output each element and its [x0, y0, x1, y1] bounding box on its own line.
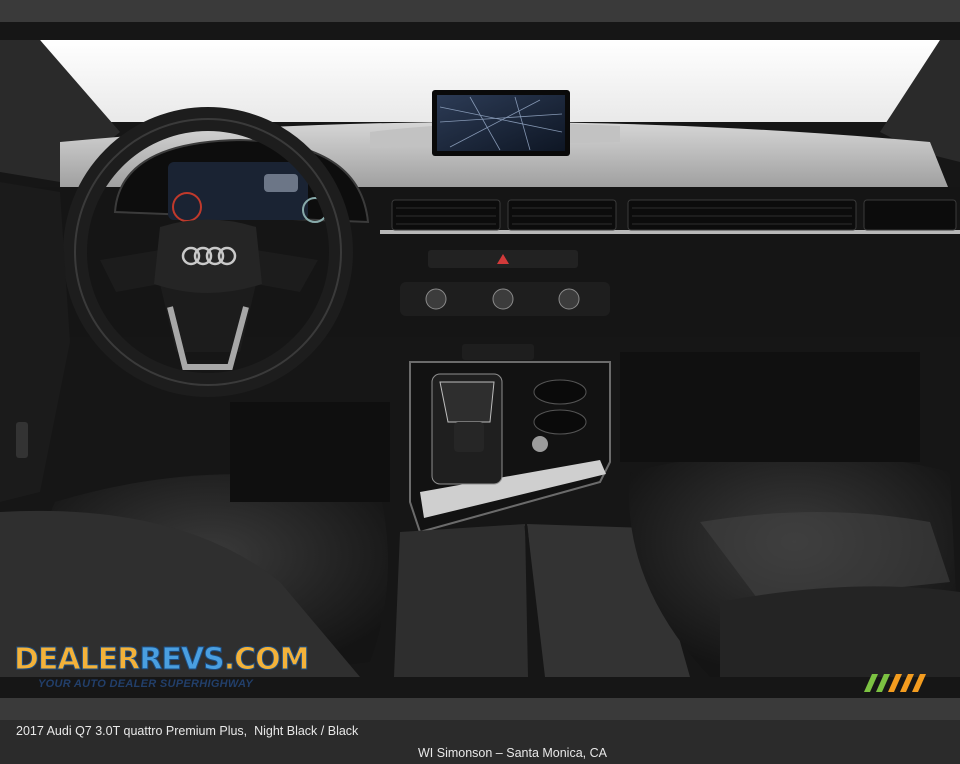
caption-bar-bottom: 2017 Audi Q7 3.0T quattro Premium Plus, … — [0, 698, 960, 760]
interior-photo — [0, 22, 960, 698]
colored-stripes-logo-icon — [864, 674, 926, 692]
dealer-caption-bottom: WI Simonson – Santa Monica, CA — [418, 746, 607, 760]
logo-part-com: .COM — [223, 642, 310, 678]
watermark-tagline: YOUR AUTO DEALER SUPERHIGHWAY — [38, 678, 254, 690]
dealerrevs-logo: DEALERREVS.COM — [13, 642, 310, 678]
vehicle-caption-bottom: 2017 Audi Q7 3.0T quattro Premium Plus, … — [16, 724, 359, 738]
logo-part-dealer: DEALER — [13, 642, 140, 678]
dealerrevs-watermark: DEALERREVS.COM YOUR AUTO DEALER SUPERHIG… — [12, 622, 310, 694]
caption-bar-top: 2017 Audi Q7 3.0T quattro Premium Plus, … — [0, 0, 960, 62]
logo-part-revs: REVS — [139, 642, 225, 678]
